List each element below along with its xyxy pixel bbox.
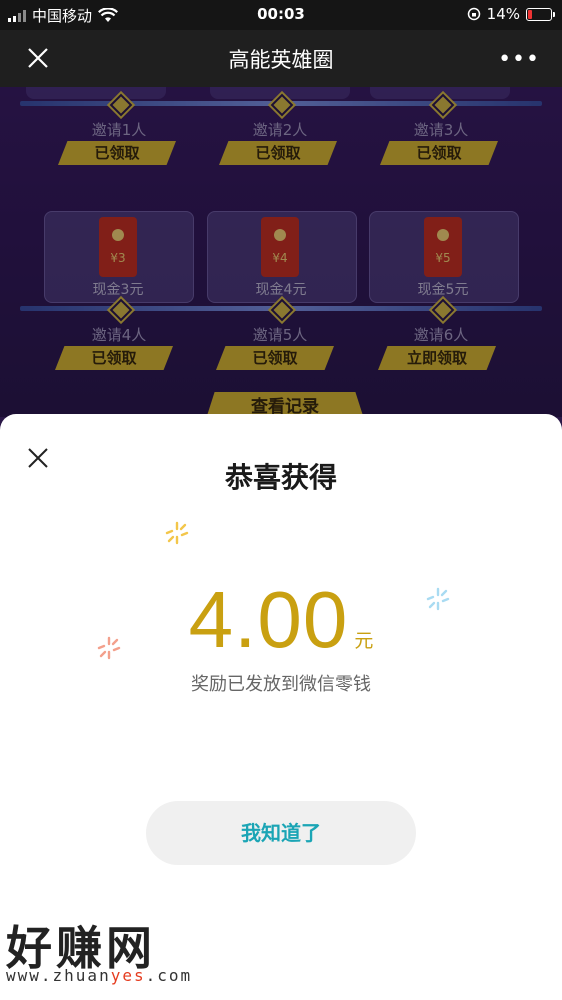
orientation-lock-icon bbox=[467, 7, 480, 21]
watermark-url-highlight: yes bbox=[110, 966, 146, 985]
status-right: 14% bbox=[467, 5, 555, 23]
more-menu-icon[interactable]: ••• bbox=[498, 47, 540, 72]
sheet-title: 恭喜获得 bbox=[224, 461, 337, 494]
page-title: 高能英雄圈 bbox=[228, 48, 334, 72]
reward-amount: 4.00 bbox=[188, 575, 349, 664]
battery-percent: 14% bbox=[486, 5, 520, 23]
currency-unit: 元 bbox=[354, 630, 374, 652]
watermark-url-suffix: .com bbox=[145, 966, 193, 985]
watermark-url-prefix: www.zhuan bbox=[6, 966, 111, 985]
reward-amount-row: 4.00 元 bbox=[0, 574, 562, 666]
sparkle-icon bbox=[165, 521, 189, 545]
battery-icon bbox=[526, 7, 555, 21]
watermark-url: www.zhuanyes.com bbox=[6, 966, 192, 985]
modal-backdrop[interactable] bbox=[0, 87, 562, 417]
nav-bar: 高能英雄圈 ••• bbox=[0, 30, 562, 87]
status-bar: 中国移动 00:03 14% bbox=[0, 0, 562, 30]
reward-subtext: 奖励已发放到微信零钱 bbox=[191, 674, 371, 695]
confirm-button[interactable]: 我知道了 bbox=[146, 801, 416, 865]
